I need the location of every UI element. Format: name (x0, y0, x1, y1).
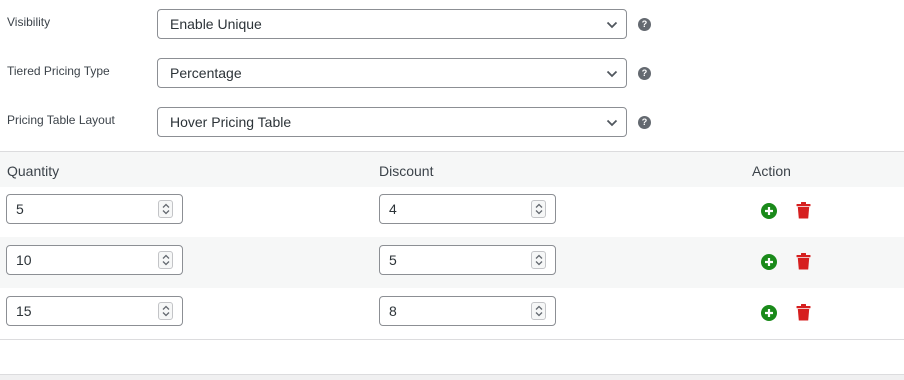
help-icon[interactable]: ? (638, 67, 651, 80)
chevron-down-icon (606, 70, 618, 78)
help-icon[interactable]: ? (638, 116, 651, 129)
plus-circle-icon[interactable] (761, 305, 777, 321)
pricing-table-layout-row: Pricing Table Layout Hover Pricing Table… (0, 107, 904, 137)
plus-circle-icon[interactable] (761, 254, 777, 270)
action-header: Action (752, 163, 791, 179)
spinner-arrows-icon[interactable] (531, 302, 546, 320)
tiered-pricing-type-row: Tiered Pricing Type Percentage ? (0, 58, 904, 88)
page-footer-strip (0, 374, 904, 380)
quantity-value: 10 (16, 252, 32, 268)
visibility-select[interactable]: Enable Unique (157, 9, 627, 39)
quantity-header: Quantity (7, 163, 60, 179)
tiered-pricing-type-select[interactable]: Percentage (157, 58, 627, 88)
trash-icon[interactable] (796, 202, 811, 219)
table-divider (0, 339, 904, 340)
tier-row: 5 4 (0, 186, 904, 237)
spinner-arrows-icon[interactable] (158, 200, 173, 218)
discount-header: Discount (379, 163, 434, 179)
plus-circle-icon[interactable] (761, 203, 777, 219)
tier-row: 15 8 (0, 288, 904, 339)
discount-value: 4 (389, 201, 397, 217)
trash-icon[interactable] (796, 253, 811, 270)
spinner-arrows-icon[interactable] (158, 251, 173, 269)
tiered-pricing-type-value: Percentage (170, 65, 242, 81)
help-icon[interactable]: ? (638, 18, 651, 31)
chevron-down-icon (606, 21, 618, 29)
discount-input[interactable]: 5 (379, 245, 556, 275)
quantity-value: 5 (16, 201, 24, 217)
spinner-arrows-icon[interactable] (158, 302, 173, 320)
discount-input[interactable]: 4 (379, 194, 556, 224)
tier-row: 10 5 (0, 237, 904, 288)
discount-value: 5 (389, 252, 397, 268)
tier-table-header: Quantity Discount Action (0, 151, 904, 187)
visibility-label: Visibility (7, 15, 51, 29)
discount-input[interactable]: 8 (379, 296, 556, 326)
tiered-pricing-type-label: Tiered Pricing Type (7, 64, 110, 78)
trash-icon[interactable] (796, 304, 811, 321)
quantity-value: 15 (16, 303, 32, 319)
pricing-table-layout-select[interactable]: Hover Pricing Table (157, 107, 627, 137)
visibility-value: Enable Unique (170, 16, 262, 32)
visibility-row: Visibility Enable Unique ? (0, 9, 904, 39)
spinner-arrows-icon[interactable] (531, 200, 546, 218)
discount-value: 8 (389, 303, 397, 319)
pricing-table-layout-label: Pricing Table Layout (7, 113, 115, 127)
quantity-input[interactable]: 10 (6, 245, 183, 275)
chevron-down-icon (606, 119, 618, 127)
pricing-table-layout-value: Hover Pricing Table (170, 114, 292, 130)
spinner-arrows-icon[interactable] (531, 251, 546, 269)
tier-table: Quantity Discount Action 5 4 10 5 15 8 (0, 151, 904, 340)
quantity-input[interactable]: 15 (6, 296, 183, 326)
quantity-input[interactable]: 5 (6, 194, 183, 224)
